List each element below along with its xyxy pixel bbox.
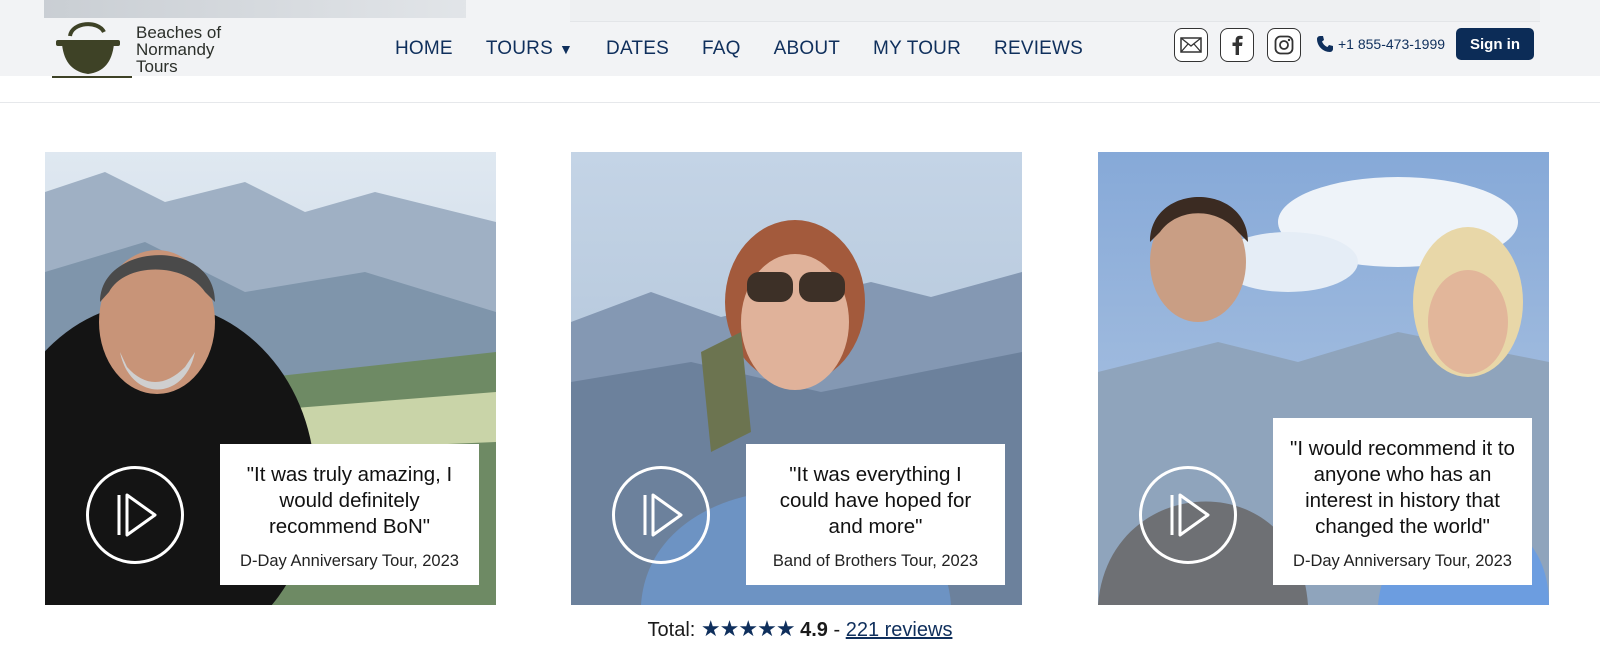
caret-down-icon: ▼ [558,41,574,57]
play-video-button[interactable] [1139,466,1237,564]
summary-label: Total: [647,619,696,641]
header-divider [0,102,1600,103]
summary-separator: - [833,619,841,641]
nav-tours[interactable]: TOURS ▼ [486,38,573,60]
mail-icon [1180,37,1202,53]
reviews-summary: Total: ★★★★★ 4.9 - 221 reviews [0,616,1600,642]
nav-about[interactable]: ABOUT [774,38,840,60]
play-icon [643,493,683,537]
nav-reviews[interactable]: REVIEWS [994,38,1083,60]
testimonial-quote-box: "I would recommend it to anyone who has … [1273,418,1532,585]
brand-line-1: Beaches of [136,23,222,42]
testimonial-card-3[interactable]: "I would recommend it to anyone who has … [1098,152,1549,605]
pot-logo-icon [52,22,132,78]
brand-name: Beaches of Normandy Tours [136,24,221,75]
phone-number: +1 855-473-1999 [1338,36,1446,52]
email-button[interactable] [1174,28,1208,62]
nav-tours-label: TOURS [485,38,553,59]
sign-in-button[interactable]: Sign in [1456,28,1534,60]
testimonial-card-1[interactable]: "It was truly amazing, I would definitel… [45,152,496,605]
testimonial-quote: "I would recommend it to anyone who has … [1290,437,1515,538]
play-icon [117,493,157,537]
testimonial-tour-caption: Band of Brothers Tour, 2023 [772,552,979,570]
nav-my-tour[interactable]: MY TOUR [873,38,961,60]
testimonial-card-2[interactable]: "It was everything I could have hoped fo… [571,152,1022,605]
testimonial-quote: "It was truly amazing, I would definitel… [246,463,453,538]
background-banner-strip [570,0,1540,22]
main-nav: HOME TOURS ▼ DATES FAQ ABOUT MY TOUR REVI… [395,38,1083,60]
testimonial-quote-box: "It was everything I could have hoped fo… [746,444,1005,585]
testimonial-quote: "It was everything I could have hoped fo… [779,463,972,538]
testimonial-tour-caption: D-Day Anniversary Tour, 2023 [1293,552,1512,570]
facebook-icon [1232,35,1243,55]
background-banner-strip [44,0,466,18]
phone-link[interactable]: +1 855-473-1999 [1316,35,1445,53]
reviews-link[interactable]: 221 reviews [846,619,953,641]
play-video-button[interactable] [86,466,184,564]
site-header: Beaches of Normandy Tours HOME TOURS ▼ DA… [0,0,1600,78]
testimonial-quote-box: "It was truly amazing, I would definitel… [220,444,479,585]
brand-line-3: Tours [136,57,178,76]
nav-faq[interactable]: FAQ [702,38,741,60]
play-icon [1170,493,1210,537]
average-rating: 4.9 [800,619,828,641]
play-video-button[interactable] [612,466,710,564]
testimonial-tour-caption: D-Day Anniversary Tour, 2023 [240,552,459,570]
star-rating-icon: ★★★★★ [700,616,796,641]
phone-icon [1317,36,1333,52]
brand-logo[interactable]: Beaches of Normandy Tours [52,18,242,80]
nav-home[interactable]: HOME [395,38,453,60]
facebook-button[interactable] [1220,28,1254,62]
brand-line-2: Normandy [136,40,215,59]
instagram-button[interactable] [1267,28,1301,62]
instagram-icon [1274,35,1294,55]
nav-dates[interactable]: DATES [606,38,669,60]
